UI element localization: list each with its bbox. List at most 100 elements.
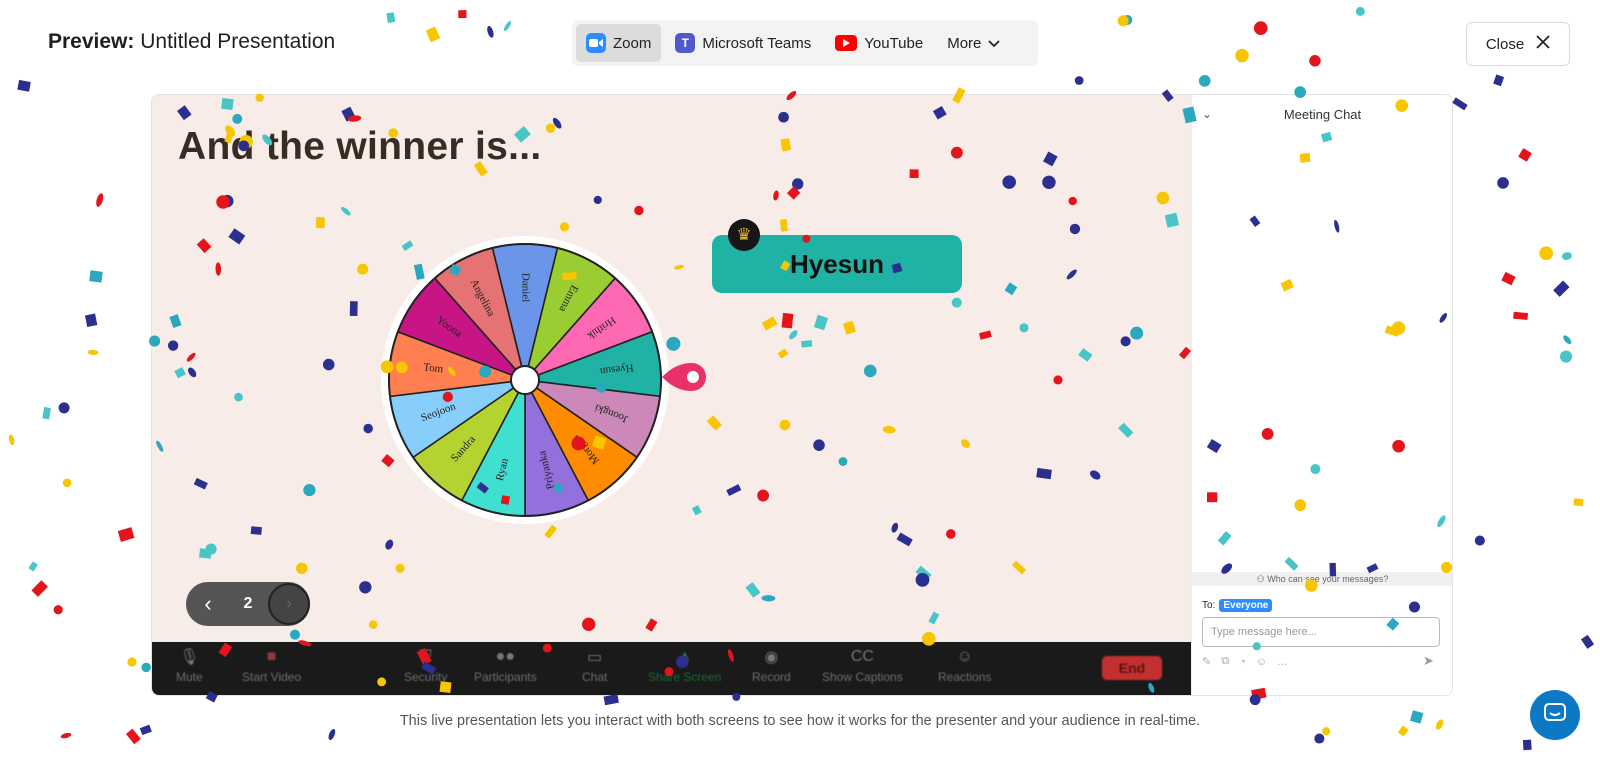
microphone-icon: 🎙 bbox=[179, 649, 200, 666]
mute-label: Mute bbox=[176, 670, 203, 684]
recipient-selector[interactable]: To: Everyone bbox=[1202, 599, 1273, 612]
title-prefix: Preview: bbox=[48, 30, 135, 53]
provider-teams-button[interactable]: T Microsoft Teams bbox=[665, 24, 821, 62]
meeting-toolbar: 🎙 Mute ■ Start Video ⛨ Security ●● Parti… bbox=[152, 642, 1191, 695]
confetti-piece bbox=[1501, 271, 1516, 286]
provider-more-label: More bbox=[947, 34, 982, 52]
provider-zoom-label: Zoom bbox=[613, 34, 652, 52]
file-icon[interactable]: ◔ bbox=[1239, 656, 1246, 668]
format-icon[interactable]: ✎ bbox=[1202, 655, 1211, 668]
confetti-piece bbox=[1117, 15, 1129, 27]
confetti-piece bbox=[1074, 76, 1084, 85]
start-video-label: Start Video bbox=[242, 670, 302, 684]
show-captions-button[interactable]: CC Show Captions bbox=[822, 648, 903, 684]
close-button[interactable]: Close bbox=[1466, 22, 1570, 66]
people-icon: ⚇ bbox=[1256, 574, 1265, 584]
participants-label: Participants bbox=[474, 670, 537, 684]
provider-more-button[interactable]: More bbox=[937, 24, 1010, 62]
confetti-piece bbox=[141, 662, 151, 673]
provider-switcher: Zoom T Microsoft Teams YouTube More bbox=[572, 20, 1038, 66]
chat-button[interactable]: ▭ Chat bbox=[582, 648, 607, 684]
confetti-piece bbox=[1559, 350, 1573, 363]
more-icon[interactable]: … bbox=[1277, 656, 1288, 668]
confetti-piece bbox=[42, 406, 51, 420]
chat-placeholder: Type message here... bbox=[1211, 626, 1317, 638]
confetti-piece bbox=[125, 728, 141, 745]
recipient-badge: Everyone bbox=[1219, 599, 1273, 612]
security-label: Security bbox=[404, 670, 448, 684]
chat-title: Meeting Chat bbox=[1283, 107, 1362, 122]
participants-button[interactable]: ●● Participants bbox=[474, 648, 537, 684]
screenshot-icon[interactable]: ⧉ bbox=[1221, 655, 1229, 668]
confetti-piece bbox=[8, 434, 15, 446]
provider-youtube-button[interactable]: YouTube bbox=[825, 24, 933, 62]
confetti-piece bbox=[60, 732, 72, 739]
emoji-icon[interactable]: ☺ bbox=[1256, 656, 1267, 668]
confetti-piece bbox=[1522, 739, 1532, 751]
provider-teams-label: Microsoft Teams bbox=[702, 34, 812, 52]
start-video-button[interactable]: ■ Start Video bbox=[242, 648, 301, 684]
meeting-chat-panel: ⌄ Meeting Chat ⚇ Who can see your messag… bbox=[1191, 95, 1452, 695]
confetti-piece bbox=[17, 79, 31, 92]
chat-icon: ▭ bbox=[587, 649, 603, 666]
confetti-piece bbox=[62, 478, 72, 488]
close-icon bbox=[1536, 35, 1550, 53]
chat-message-input[interactable]: Type message here... bbox=[1202, 617, 1440, 647]
confetti-piece bbox=[1518, 148, 1532, 162]
to-label: To: bbox=[1202, 600, 1216, 611]
previous-slide-button[interactable]: ‹ bbox=[186, 591, 230, 617]
chevron-down-icon bbox=[988, 35, 1001, 52]
close-label: Close bbox=[1485, 35, 1525, 53]
wheel-graphic: Daniel EmmaHrithikHyesunJoongkiMorganPriy… bbox=[381, 236, 669, 524]
mute-button[interactable]: 🎙 Mute bbox=[176, 648, 203, 684]
wheel-pointer-icon bbox=[660, 359, 708, 395]
confetti-piece bbox=[31, 580, 48, 597]
confetti-piece bbox=[1355, 6, 1365, 16]
spinner-wheel[interactable]: Daniel Emma Hrithik Hyesun Joongki Morgan Priy… bbox=[380, 235, 670, 525]
reactions-label: Reactions bbox=[938, 670, 992, 684]
show-captions-label: Show Captions bbox=[822, 670, 903, 684]
teams-icon: T bbox=[675, 33, 696, 53]
chat-label: Chat bbox=[582, 670, 608, 684]
slide-navigator: ‹ 2 › bbox=[186, 582, 310, 626]
confetti-piece bbox=[1493, 74, 1505, 87]
shield-icon: ⛨ bbox=[419, 648, 432, 665]
wheel-slice-label: Tom bbox=[423, 361, 445, 375]
confetti-piece bbox=[1253, 21, 1268, 36]
confetti-piece bbox=[1314, 733, 1325, 744]
confetti-piece bbox=[117, 527, 135, 542]
confetti-piece bbox=[1452, 97, 1468, 111]
end-meeting-button[interactable]: End bbox=[1102, 656, 1162, 680]
video-off-icon: ■ bbox=[266, 648, 277, 665]
confetti-piece bbox=[1474, 535, 1485, 546]
reactions-button[interactable]: ☺ Reactions bbox=[938, 648, 991, 684]
who-can-see-link[interactable]: ⚇ Who can see your messages? bbox=[1192, 572, 1452, 586]
chat-tools: ✎ ⧉ ◔ ☺ … bbox=[1202, 655, 1440, 668]
confetti-piece bbox=[84, 313, 98, 327]
confetti-piece bbox=[58, 402, 70, 414]
slide-heading: And the winner is... bbox=[178, 125, 542, 168]
wheel-hub bbox=[510, 365, 540, 395]
wheel-slice-label: Daniel bbox=[519, 273, 531, 302]
youtube-icon bbox=[835, 35, 858, 51]
next-slide-button[interactable]: › bbox=[268, 583, 310, 625]
confetti-piece bbox=[1580, 634, 1595, 649]
slide-canvas: And the winner is... Daniel Emma Hrithik Hy… bbox=[152, 95, 1191, 642]
share-screen-button[interactable]: ▲ Share Screen bbox=[648, 648, 721, 684]
presentation-name: Untitled Presentation bbox=[140, 30, 336, 53]
help-chat-button[interactable] bbox=[1530, 690, 1580, 740]
confetti-piece bbox=[425, 26, 441, 43]
security-button[interactable]: ⛨ Security bbox=[404, 648, 447, 684]
reactions-icon: ☺ bbox=[956, 648, 973, 665]
participants-icon: ●● bbox=[495, 648, 515, 665]
confetti-piece bbox=[458, 10, 467, 19]
provider-zoom-button[interactable]: Zoom bbox=[576, 24, 662, 62]
confetti-piece bbox=[386, 12, 396, 23]
send-icon[interactable]: ➤ bbox=[1423, 653, 1441, 669]
confetti-piece bbox=[1309, 55, 1321, 67]
record-button[interactable]: ◉ Record bbox=[752, 648, 791, 684]
slide-number: 2 bbox=[243, 595, 253, 612]
confetti-piece bbox=[96, 193, 104, 207]
page-title: Preview: Untitled Presentation bbox=[48, 30, 335, 54]
share-screen-icon: ▲ bbox=[676, 648, 693, 665]
